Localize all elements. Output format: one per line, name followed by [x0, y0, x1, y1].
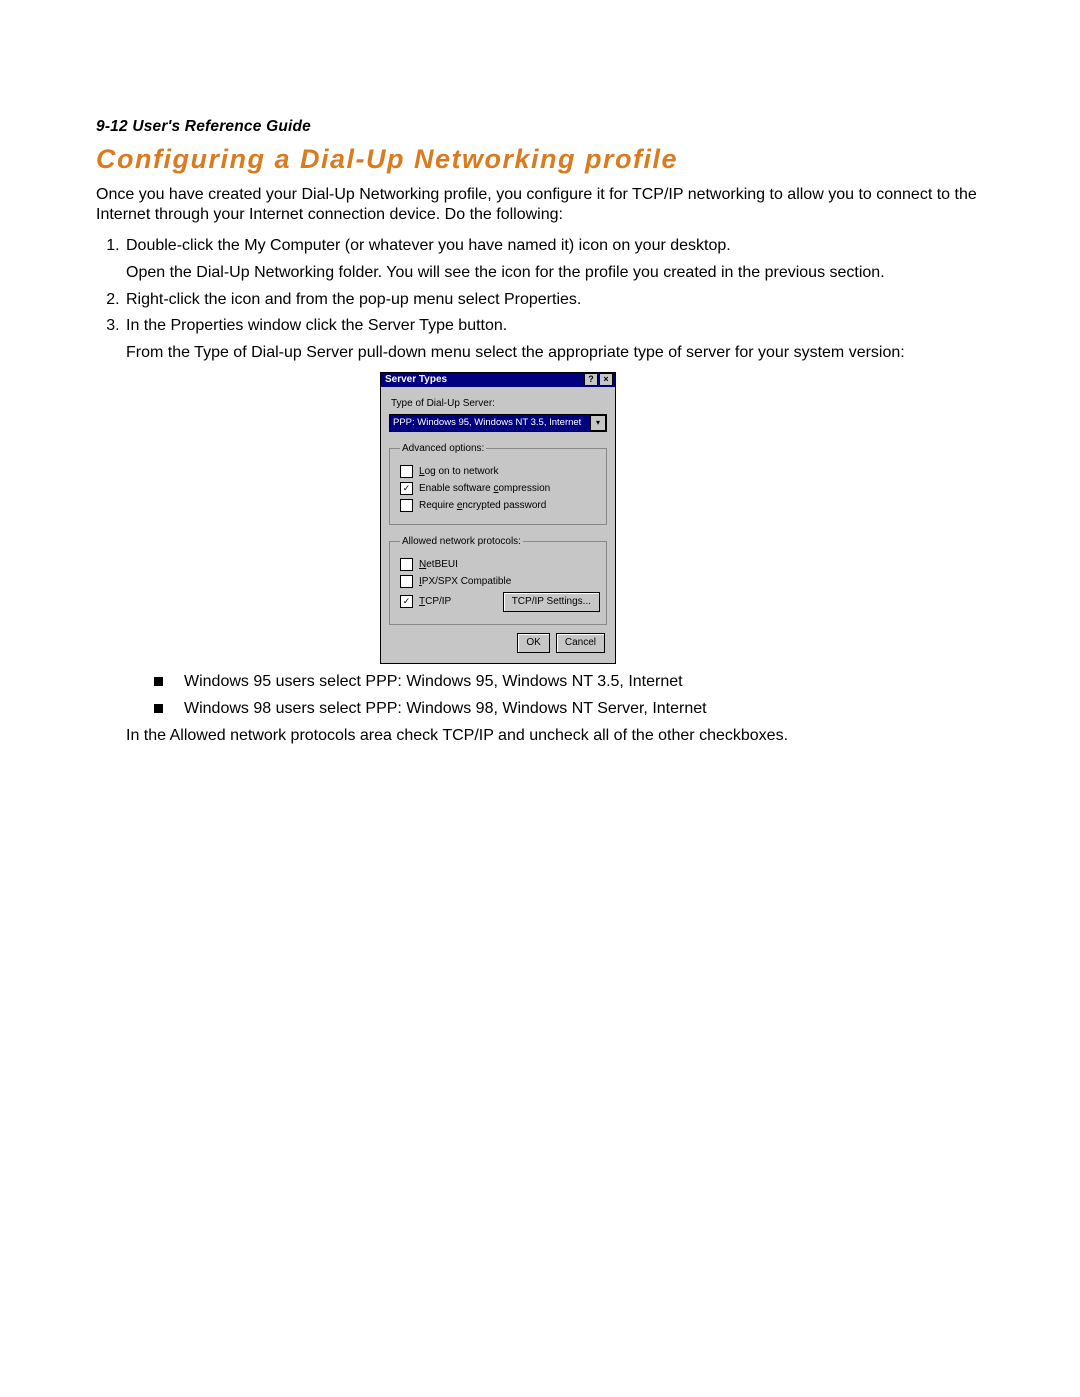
ipxspx-checkbox[interactable]	[400, 575, 413, 588]
tcpip-label: TCP/IP	[419, 595, 451, 608]
tcpip-checkbox[interactable]	[400, 595, 413, 608]
step-1a-text: Double-click the My Computer (or whateve…	[126, 237, 731, 254]
page-header: 9-12 User's Reference Guide	[96, 118, 984, 136]
advanced-options-group: Advanced options: Log on to network Enab…	[389, 442, 607, 525]
bullet-win95: Windows 95 users select PPP: Windows 95,…	[154, 672, 984, 693]
dialog-title: Server Types	[385, 373, 447, 386]
dialog-titlebar: Server Types ? ×	[381, 373, 615, 387]
step-2-text: Right-click the icon and from the pop-up…	[126, 291, 581, 308]
tcpip-settings-button[interactable]: TCP/IP Settings...	[503, 592, 600, 612]
step-2: Right-click the icon and from the pop-up…	[124, 290, 984, 311]
ok-button[interactable]: OK	[517, 633, 549, 653]
logon-label: Log on to network	[419, 465, 499, 478]
ipxspx-label: IPX/SPX Compatible	[419, 575, 511, 588]
bullet-list: Windows 95 users select PPP: Windows 95,…	[126, 672, 984, 720]
bullet-win98-text: Windows 98 users select PPP: Windows 98,…	[184, 700, 707, 717]
advanced-legend: Advanced options:	[400, 442, 486, 455]
bullet-win95-text: Windows 95 users select PPP: Windows 95,…	[184, 673, 683, 690]
step-1: Double-click the My Computer (or whateve…	[124, 236, 984, 284]
server-type-combo[interactable]: PPP: Windows 95, Windows NT 3.5, Interne…	[389, 414, 607, 432]
compression-checkbox[interactable]	[400, 482, 413, 495]
encrypt-checkbox[interactable]	[400, 499, 413, 512]
protocols-group: Allowed network protocols: NetBEUI IPX/S…	[389, 535, 607, 625]
help-icon[interactable]: ?	[584, 373, 598, 386]
compression-label-post: ompression	[499, 483, 551, 494]
section-title: Configuring a Dial-Up Networking profile	[96, 144, 984, 175]
step-3b-text: From the Type of Dial-up Server pull-dow…	[126, 343, 984, 364]
encrypt-label-post: ncrypted password	[462, 500, 546, 511]
dialog-button-row: OK Cancel	[389, 629, 607, 657]
type-label: Type of Dial-Up Server:	[391, 397, 607, 410]
step-3a-text: In the Properties window click the Serve…	[126, 317, 507, 334]
cancel-button[interactable]: Cancel	[556, 633, 605, 653]
netbeui-label: NetBEUI	[419, 558, 458, 571]
encrypt-label: Require encrypted password	[419, 499, 546, 512]
server-types-dialog: Server Types ? × Type of Dial-Up Server:…	[380, 372, 614, 664]
step-list: Double-click the My Computer (or whateve…	[96, 236, 984, 746]
bullet-win98: Windows 98 users select PPP: Windows 98,…	[154, 699, 984, 720]
compression-label: Enable software compression	[419, 482, 550, 495]
step-3: In the Properties window click the Serve…	[124, 316, 984, 746]
protocols-legend: Allowed network protocols:	[400, 535, 523, 548]
logon-checkbox[interactable]	[400, 465, 413, 478]
after-bullets-text: In the Allowed network protocols area ch…	[126, 726, 984, 746]
document-page: 9-12 User's Reference Guide Configuring …	[0, 0, 1080, 746]
server-type-value: PPP: Windows 95, Windows NT 3.5, Interne…	[393, 417, 581, 429]
netbeui-checkbox[interactable]	[400, 558, 413, 571]
close-icon[interactable]: ×	[599, 373, 613, 386]
chevron-down-icon[interactable]: ▾	[590, 415, 606, 431]
compression-label-pre: Enable software	[419, 483, 494, 494]
encrypt-label-pre: Require	[419, 500, 457, 511]
intro-paragraph: Once you have created your Dial-Up Netwo…	[96, 185, 984, 226]
step-1b-text: Open the Dial-Up Networking folder. You …	[126, 263, 984, 284]
